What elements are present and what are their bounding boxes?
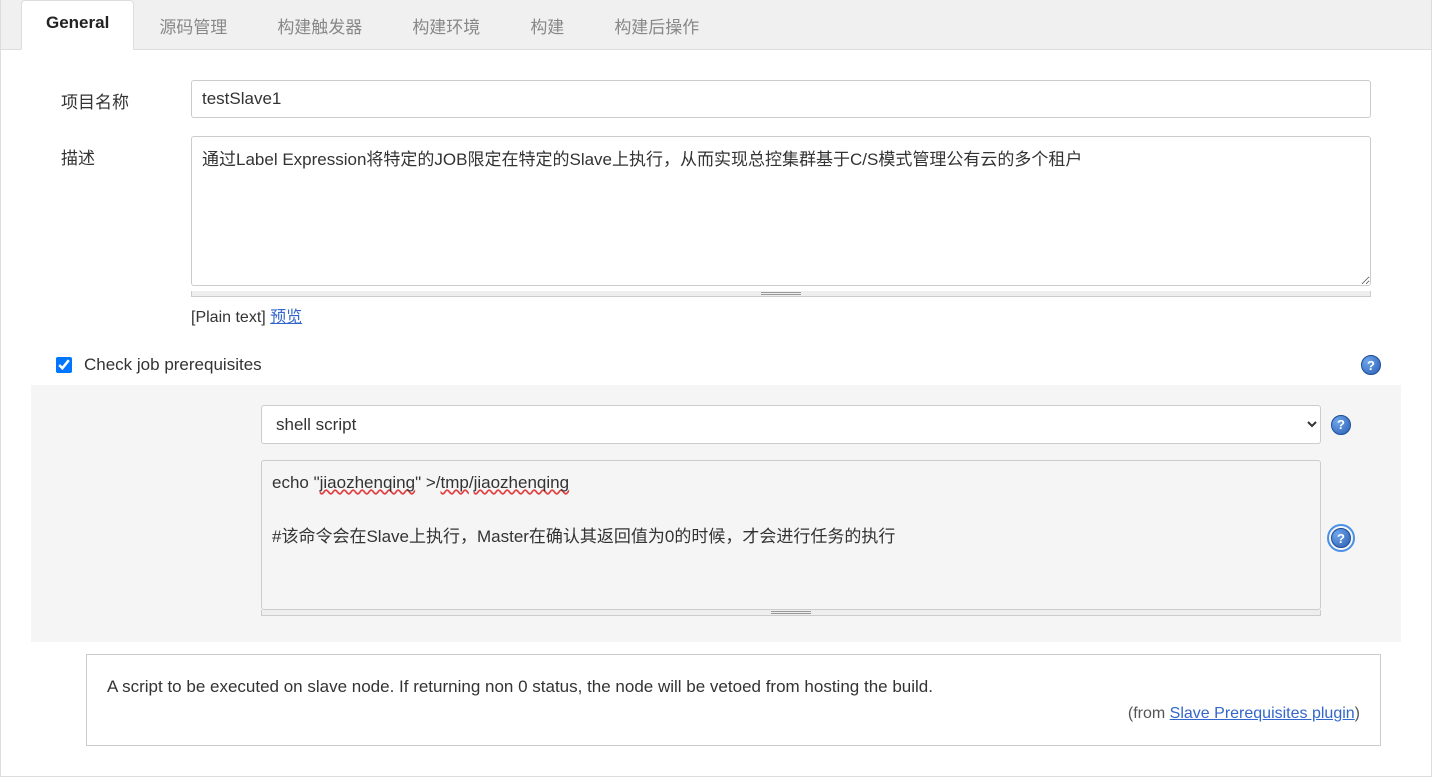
- description-label: 描述: [21, 136, 191, 169]
- textarea-resize-grip[interactable]: [191, 291, 1371, 297]
- description-row: 描述 通过Label Expression将特定的JOB限定在特定的Slave上…: [21, 136, 1411, 327]
- tab-build[interactable]: 构建: [505, 0, 589, 50]
- info-box-credit: (from Slave Prerequisites plugin): [107, 705, 1360, 723]
- check-prereq-checkbox[interactable]: [56, 357, 72, 373]
- content-area: 项目名称 描述 通过Label Expression将特定的JOB限定在特定的S…: [1, 50, 1431, 776]
- script-text-content: echo "jiaozhenqing" >/tmp/jiaozhenqing #…: [272, 469, 1310, 551]
- help-icon[interactable]: ?: [1331, 528, 1351, 548]
- script-type-select[interactable]: shell script: [261, 405, 1321, 444]
- textarea-resize-grip[interactable]: [261, 610, 1321, 616]
- tab-post-build[interactable]: 构建后操作: [589, 0, 724, 50]
- tab-general[interactable]: General: [21, 0, 134, 50]
- plain-text-label: [Plain text]: [191, 309, 270, 326]
- help-icon[interactable]: ?: [1361, 355, 1381, 375]
- info-box-text: A script to be executed on slave node. I…: [107, 677, 1360, 697]
- check-prereq-label: Check job prerequisites: [84, 355, 262, 375]
- project-name-input[interactable]: [191, 80, 1371, 118]
- project-name-label: 项目名称: [21, 80, 191, 113]
- info-box: A script to be executed on slave node. I…: [86, 654, 1381, 746]
- plugin-link[interactable]: Slave Prerequisites plugin: [1170, 705, 1355, 722]
- check-prereq-row: Check job prerequisites ?: [21, 345, 1411, 385]
- tab-build-env[interactable]: 构建环境: [387, 0, 505, 50]
- config-container: General 源码管理 构建触发器 构建环境 构建 构建后操作 项目名称 描述…: [0, 0, 1432, 777]
- preview-link[interactable]: 预览: [270, 309, 302, 326]
- script-textarea[interactable]: echo "jiaozhenqing" >/tmp/jiaozhenqing #…: [261, 460, 1321, 610]
- help-icon[interactable]: ?: [1331, 415, 1351, 435]
- tabs-bar: General 源码管理 构建触发器 构建环境 构建 构建后操作: [1, 0, 1431, 50]
- project-name-row: 项目名称: [21, 80, 1411, 118]
- prereq-section: shell script ? echo "jiaozhenqing" >/tmp…: [31, 385, 1401, 642]
- script-type-row: shell script ?: [51, 405, 1381, 444]
- tab-triggers[interactable]: 构建触发器: [252, 0, 387, 50]
- tab-scm[interactable]: 源码管理: [134, 0, 252, 50]
- description-hint: [Plain text] 预览: [191, 303, 1371, 327]
- description-textarea[interactable]: 通过Label Expression将特定的JOB限定在特定的Slave上执行，…: [191, 136, 1371, 286]
- script-content-row: echo "jiaozhenqing" >/tmp/jiaozhenqing #…: [51, 460, 1381, 616]
